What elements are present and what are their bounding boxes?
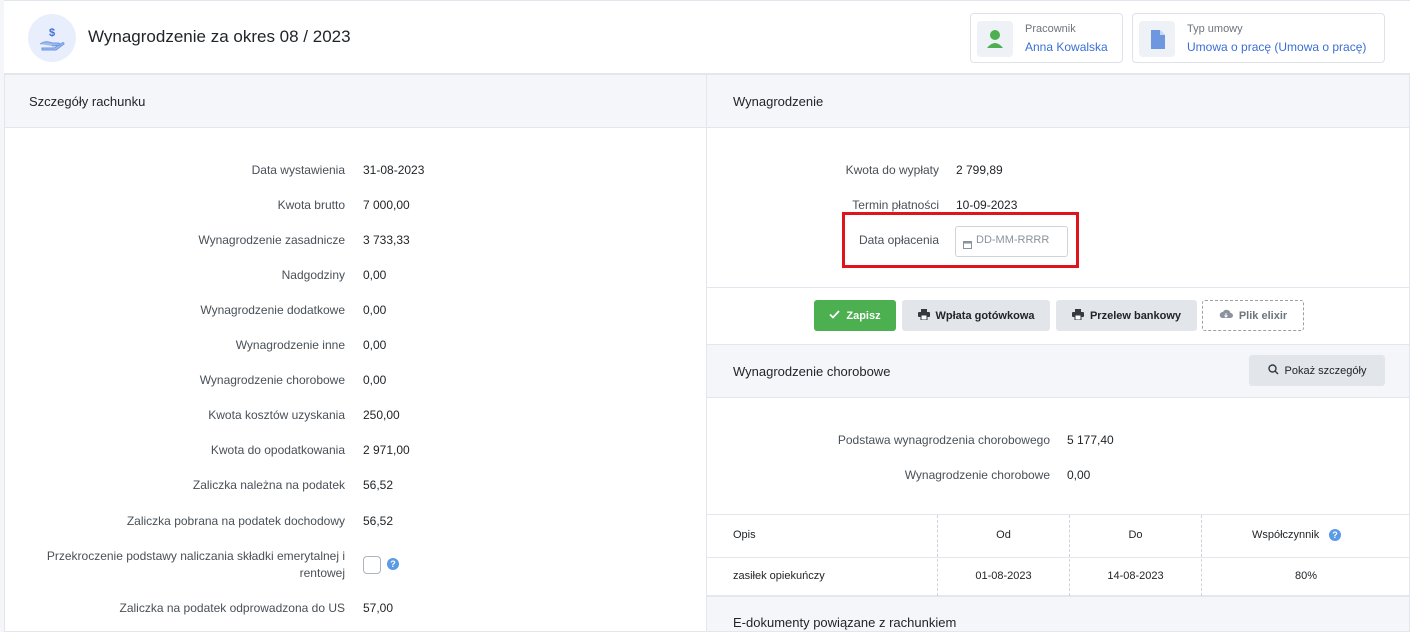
help-icon[interactable]: ?	[387, 558, 399, 570]
table-column-divider	[937, 515, 938, 596]
sick-pay-value: 0,00	[1067, 468, 1091, 482]
exceed-label-line-1: Przekroczenie podstawy naliczania składk…	[46, 549, 345, 563]
row-label: Wynagrodzenie inne	[235, 338, 345, 352]
row-label: Zaliczka na podatek odprowadzona do US	[119, 601, 345, 615]
row-value: 57,00	[363, 601, 394, 615]
elixir-file-label: Plik elixir	[1238, 309, 1288, 322]
table-header-to: Do	[1128, 529, 1143, 541]
salary-header: Wynagrodzenie	[707, 75, 1409, 128]
highlight-box	[842, 212, 1079, 268]
payout-value: 2 799,89	[956, 163, 1003, 177]
row-label: Wynagrodzenie zasadnicze	[198, 233, 345, 247]
row-label: Zaliczka należna na podatek	[192, 478, 345, 492]
row-label: Data wystawienia	[251, 163, 345, 177]
payout-label: Kwota do wypłaty	[845, 163, 939, 177]
contract-card[interactable]: Typ umowy Umowa o pracę (Umowa o pracę)	[1132, 13, 1385, 63]
row-label: Kwota kosztów uzyskania	[208, 408, 345, 422]
salary-hand-icon: $	[28, 14, 76, 62]
row-value: 31-08-2023	[363, 163, 425, 177]
row-value: 0,00	[363, 303, 387, 317]
save-button[interactable]: Zapisz	[814, 300, 896, 331]
row-value: 2 971,00	[363, 443, 410, 457]
due-date-value: 10-09-2023	[956, 198, 1018, 212]
bill-details-header: Szczegóły rachunku	[5, 75, 706, 128]
row-label: Kwota do opodatkowania	[210, 443, 345, 457]
save-button-label: Zapisz	[846, 309, 881, 322]
table-header-description: Opis	[733, 529, 756, 541]
cash-payment-label: Wpłata gotówkowa	[935, 309, 1035, 322]
user-icon	[977, 21, 1013, 57]
employee-link[interactable]: Anna Kowalska	[1025, 40, 1108, 54]
row-label: Kwota brutto	[277, 198, 345, 212]
help-icon[interactable]: ?	[1329, 529, 1341, 541]
table-border	[707, 514, 1410, 515]
row-label: Wynagrodzenie dodatkowe	[200, 303, 345, 317]
sick-pay-label: Wynagrodzenie chorobowe	[904, 468, 1050, 482]
employee-label: Pracownik	[1025, 23, 1076, 35]
svg-text:$: $	[49, 27, 55, 39]
row-label: Wynagrodzenie chorobowe	[199, 373, 345, 387]
employee-card[interactable]: Pracownik Anna Kowalska	[970, 13, 1123, 63]
page-title: Wynagrodzenie za okres 08 / 2023	[88, 27, 351, 46]
table-cell: 14-08-2023	[1107, 570, 1164, 582]
sick-base-label: Podstawa wynagrodzenia chorobowego	[837, 433, 1050, 447]
show-details-button[interactable]: Pokaż szczegóły	[1249, 355, 1385, 386]
exceed-label-line-2: rentowej	[299, 566, 345, 580]
row-value: 0,00	[363, 268, 387, 282]
row-value: 0,00	[363, 338, 387, 352]
exceed-checkbox[interactable]	[363, 556, 381, 574]
bank-transfer-label: Przelew bankowy	[1089, 309, 1182, 322]
table-cell: 01-08-2023	[975, 570, 1032, 582]
printer-icon	[1071, 308, 1084, 323]
edocs-title: E-dokumenty powiązane z rachunkiem	[733, 615, 957, 630]
bill-details-title: Szczegóły rachunku	[29, 94, 146, 109]
divider	[707, 287, 1409, 288]
table-header-coefficient: Współczynnik	[1252, 529, 1320, 541]
row-value: 7 000,00	[363, 198, 410, 212]
row-value: 56,52	[363, 478, 394, 492]
table-column-divider	[1069, 515, 1070, 596]
row-label: Nadgodziny	[281, 268, 345, 282]
table-cell: zasiłek opiekuńczy	[733, 570, 825, 582]
document-icon	[1139, 21, 1175, 57]
cash-payment-button[interactable]: Wpłata gotówkowa	[902, 300, 1050, 331]
search-icon	[1267, 363, 1279, 378]
due-date-label: Termin płatności	[852, 198, 939, 212]
row-value: 3 733,33	[363, 233, 410, 247]
row-value: 250,00	[363, 408, 400, 422]
table-cell: 80%	[1294, 570, 1318, 582]
salary-title: Wynagrodzenie	[733, 94, 824, 109]
table-header-from: Od	[996, 529, 1011, 541]
sick-base-value: 5 177,40	[1067, 433, 1114, 447]
row-value: 0,00	[363, 373, 387, 387]
bank-transfer-button[interactable]: Przelew bankowy	[1056, 300, 1197, 331]
sick-pay-title: Wynagrodzenie chorobowe	[733, 364, 891, 379]
edocs-panel: E-dokumenty powiązane z rachunkiem	[706, 596, 1410, 632]
table-border	[707, 557, 1410, 558]
show-details-label: Pokaż szczegóły	[1284, 364, 1367, 377]
row-value: 56,52	[363, 514, 394, 528]
row-label: Zaliczka pobrana na podatek dochodowy	[126, 514, 345, 528]
cloud-download-icon	[1219, 309, 1233, 322]
check-icon	[829, 309, 841, 322]
table-column-divider	[1201, 515, 1202, 596]
printer-icon	[917, 308, 930, 323]
page-header: $ Wynagrodzenie za okres 08 / 2023 Praco…	[4, 0, 1410, 74]
elixir-file-button[interactable]: Plik elixir	[1202, 300, 1304, 331]
contract-label: Typ umowy	[1187, 23, 1243, 35]
contract-link[interactable]: Umowa o pracę (Umowa o pracę)	[1187, 40, 1366, 54]
